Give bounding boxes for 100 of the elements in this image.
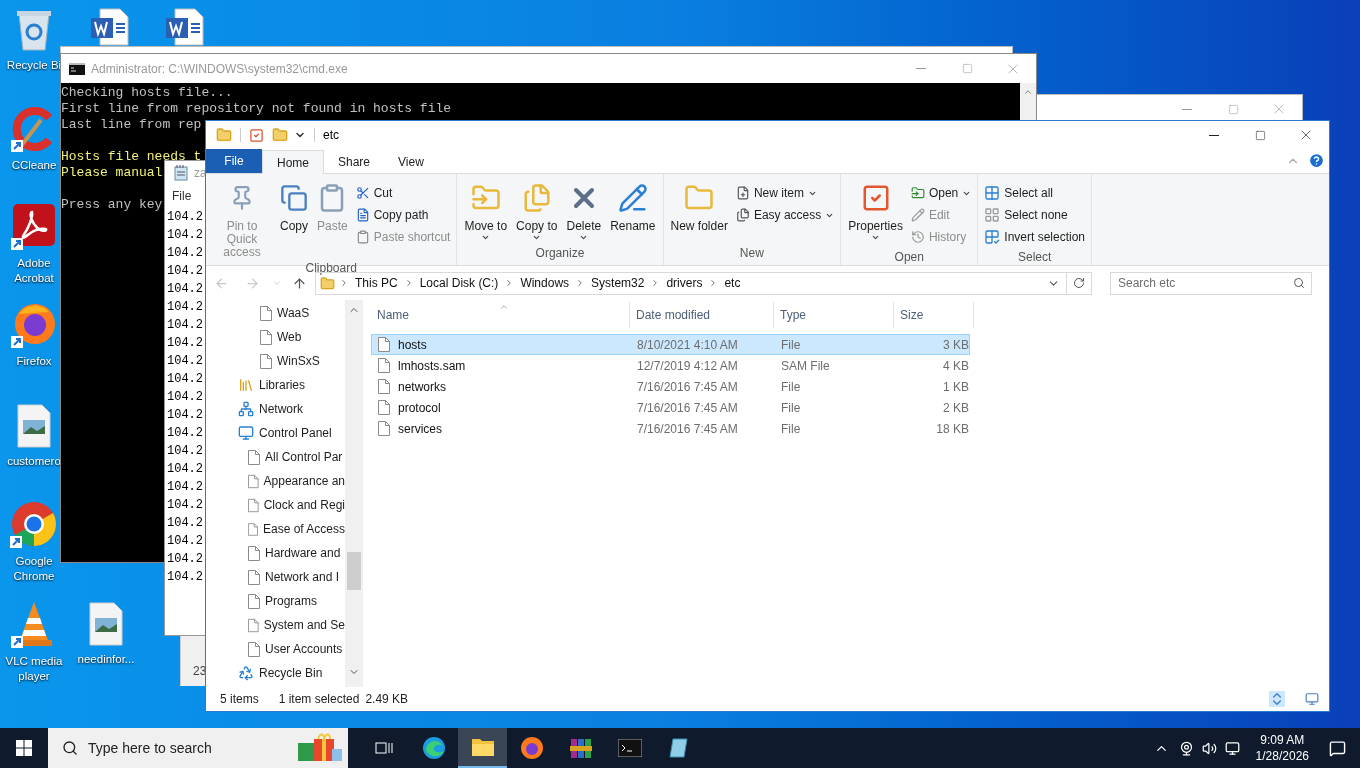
details-view-icon[interactable]: [1269, 691, 1285, 707]
ribbon-button[interactable]: Select all: [982, 182, 1087, 204]
breadcrumb[interactable]: System32: [589, 274, 647, 292]
date-cell-text: 7/16/2016 7:45 AM: [636, 420, 739, 438]
image-file-icon: [17, 404, 51, 448]
file-row[interactable]: lmhosts.sam 12/7/2019 4:12 AM SAM File 4 KB: [371, 355, 970, 376]
ribbon-button[interactable]: Move to: [461, 182, 511, 242]
breadcrumb[interactable]: Local Disk (C:): [417, 274, 501, 292]
nav-item[interactable]: Ease of Access: [206, 517, 345, 541]
folder-icon[interactable]: [216, 127, 232, 143]
nav-item[interactable]: User Accounts: [206, 637, 345, 661]
file-tab[interactable]: File: [206, 149, 262, 173]
text-line: 104.2: [167, 281, 203, 298]
folder-page-icon: [260, 305, 272, 321]
date-cell-text: 12/7/2019 4:12 AM: [636, 357, 739, 375]
text-line: 104.2: [167, 299, 203, 316]
ribbon-button[interactable]: Copy: [277, 182, 311, 233]
breadcrumb[interactable]: Windows: [518, 274, 572, 292]
item-count: 5 items: [220, 691, 259, 708]
books-icon: [568, 736, 593, 760]
file-row[interactable]: hosts 8/10/2021 4:10 AM File 3 KB: [371, 334, 970, 355]
taskbar-app[interactable]: [458, 728, 507, 768]
notifications-icon[interactable]: [1329, 739, 1346, 757]
taskbar-search-field[interactable]: Type here to search: [48, 728, 348, 768]
file-row[interactable]: networks 7/16/2016 7:45 AM File 1 KB: [371, 376, 970, 397]
ribbon-group-label: Select: [1017, 249, 1052, 266]
column-header[interactable]: Date modified: [630, 302, 774, 328]
properties-icon[interactable]: [249, 127, 264, 143]
ribbon-button[interactable]: Delete: [563, 182, 605, 242]
help-icon[interactable]: [1308, 152, 1325, 169]
type-cell-text: SAM File: [780, 357, 831, 375]
column-header[interactable]: Type: [774, 302, 894, 328]
maximize-icon: [1254, 129, 1266, 141]
text-line: 104.2: [167, 569, 203, 586]
network-icon: [238, 401, 254, 417]
ribbon-button[interactable]: Open: [908, 182, 974, 204]
nav-item[interactable]: Network: [206, 397, 345, 421]
ribbon-button[interactable]: New item: [733, 182, 837, 204]
nav-item[interactable]: Control Panel: [206, 421, 345, 445]
console-line: First line from repository not found in hosts file: [61, 101, 452, 117]
nav-item[interactable]: Appearance an: [206, 469, 345, 493]
pencil-icon: [910, 208, 925, 222]
file-name: lmhosts.sam: [398, 357, 466, 375]
minimize-icon: [1209, 134, 1219, 136]
nav-item[interactable]: Clock and Regi: [206, 493, 345, 517]
scroll-up-icon[interactable]: [1023, 87, 1033, 97]
new-folder-icon[interactable]: [272, 127, 288, 143]
column-header[interactable]: Size: [894, 302, 974, 328]
nav-item[interactable]: System and Se: [206, 613, 345, 637]
column-header[interactable]: Name: [371, 302, 630, 328]
volume-icon[interactable]: [1201, 740, 1217, 756]
nav-item[interactable]: WaaS: [206, 301, 345, 325]
ribbon-button[interactable]: New folder: [667, 182, 731, 233]
ribbon-tab[interactable]: View: [384, 150, 438, 174]
file-row[interactable]: services 7/16/2016 7:45 AM File 18 KB: [371, 418, 970, 439]
console-line: Checking hosts file...: [61, 85, 233, 101]
file-icon: [378, 400, 390, 415]
ribbon-button[interactable]: Properties: [845, 182, 906, 242]
ribbon-button[interactable]: Invert selection: [982, 226, 1087, 248]
clock[interactable]: 9:09 AM 1/28/2026: [1251, 732, 1313, 764]
webcam-icon[interactable]: [1178, 740, 1194, 756]
nav-item[interactable]: Recycle Bin: [206, 661, 345, 685]
up-icon[interactable]: [292, 275, 307, 291]
text-line: 104.2: [167, 443, 203, 460]
console-line: Please manual: [61, 165, 163, 181]
ribbon-button[interactable]: Rename: [607, 182, 659, 233]
minimize-icon: [1182, 108, 1192, 110]
ribbon-tab[interactable]: Home: [262, 150, 324, 174]
nav-item[interactable]: Network and I: [206, 565, 345, 589]
nav-item[interactable]: WinSxS: [206, 349, 345, 373]
breadcrumb[interactable]: etc: [722, 274, 743, 292]
breadcrumb[interactable]: This PC: [353, 274, 400, 292]
maximize-icon: [1227, 103, 1239, 115]
menu-item[interactable]: File: [172, 187, 192, 205]
file-row[interactable]: protocol 7/16/2016 7:45 AM File 2 KB: [371, 397, 970, 418]
nav-item[interactable]: Libraries: [206, 373, 345, 397]
scroll-thumb[interactable]: [346, 552, 361, 590]
ribbon-button[interactable]: Copy to: [513, 182, 561, 242]
ribbon-tab[interactable]: Share: [324, 150, 385, 174]
network-icon[interactable]: [1224, 740, 1240, 756]
size-cell-text: 2 KB: [942, 399, 969, 417]
ribbon-button[interactable]: Copy path: [353, 204, 453, 226]
nav-item[interactable]: Hardware and: [206, 541, 345, 565]
breadcrumb[interactable]: drivers: [664, 274, 705, 292]
ribbon-group-label: New: [739, 245, 764, 262]
scrollbar[interactable]: [345, 300, 362, 687]
refresh-icon[interactable]: [1073, 277, 1085, 289]
ribbon-button[interactable]: Select none: [982, 204, 1087, 226]
open-icon: [910, 186, 925, 200]
text-line: 104.2: [167, 353, 203, 370]
large-icons-view-icon[interactable]: [1305, 692, 1319, 706]
text-line: 104.2: [167, 227, 203, 244]
ribbon-button[interactable]: Cut: [353, 182, 453, 204]
nav-item[interactable]: All Control Par: [206, 445, 345, 469]
notepad-icon: [174, 165, 188, 181]
nav-item[interactable]: Programs: [206, 589, 345, 613]
ribbon-button[interactable]: Easy access: [733, 204, 837, 226]
nav-item[interactable]: Web: [206, 325, 345, 349]
search-icon: [62, 740, 78, 756]
search-field[interactable]: Search etc: [1110, 271, 1312, 295]
